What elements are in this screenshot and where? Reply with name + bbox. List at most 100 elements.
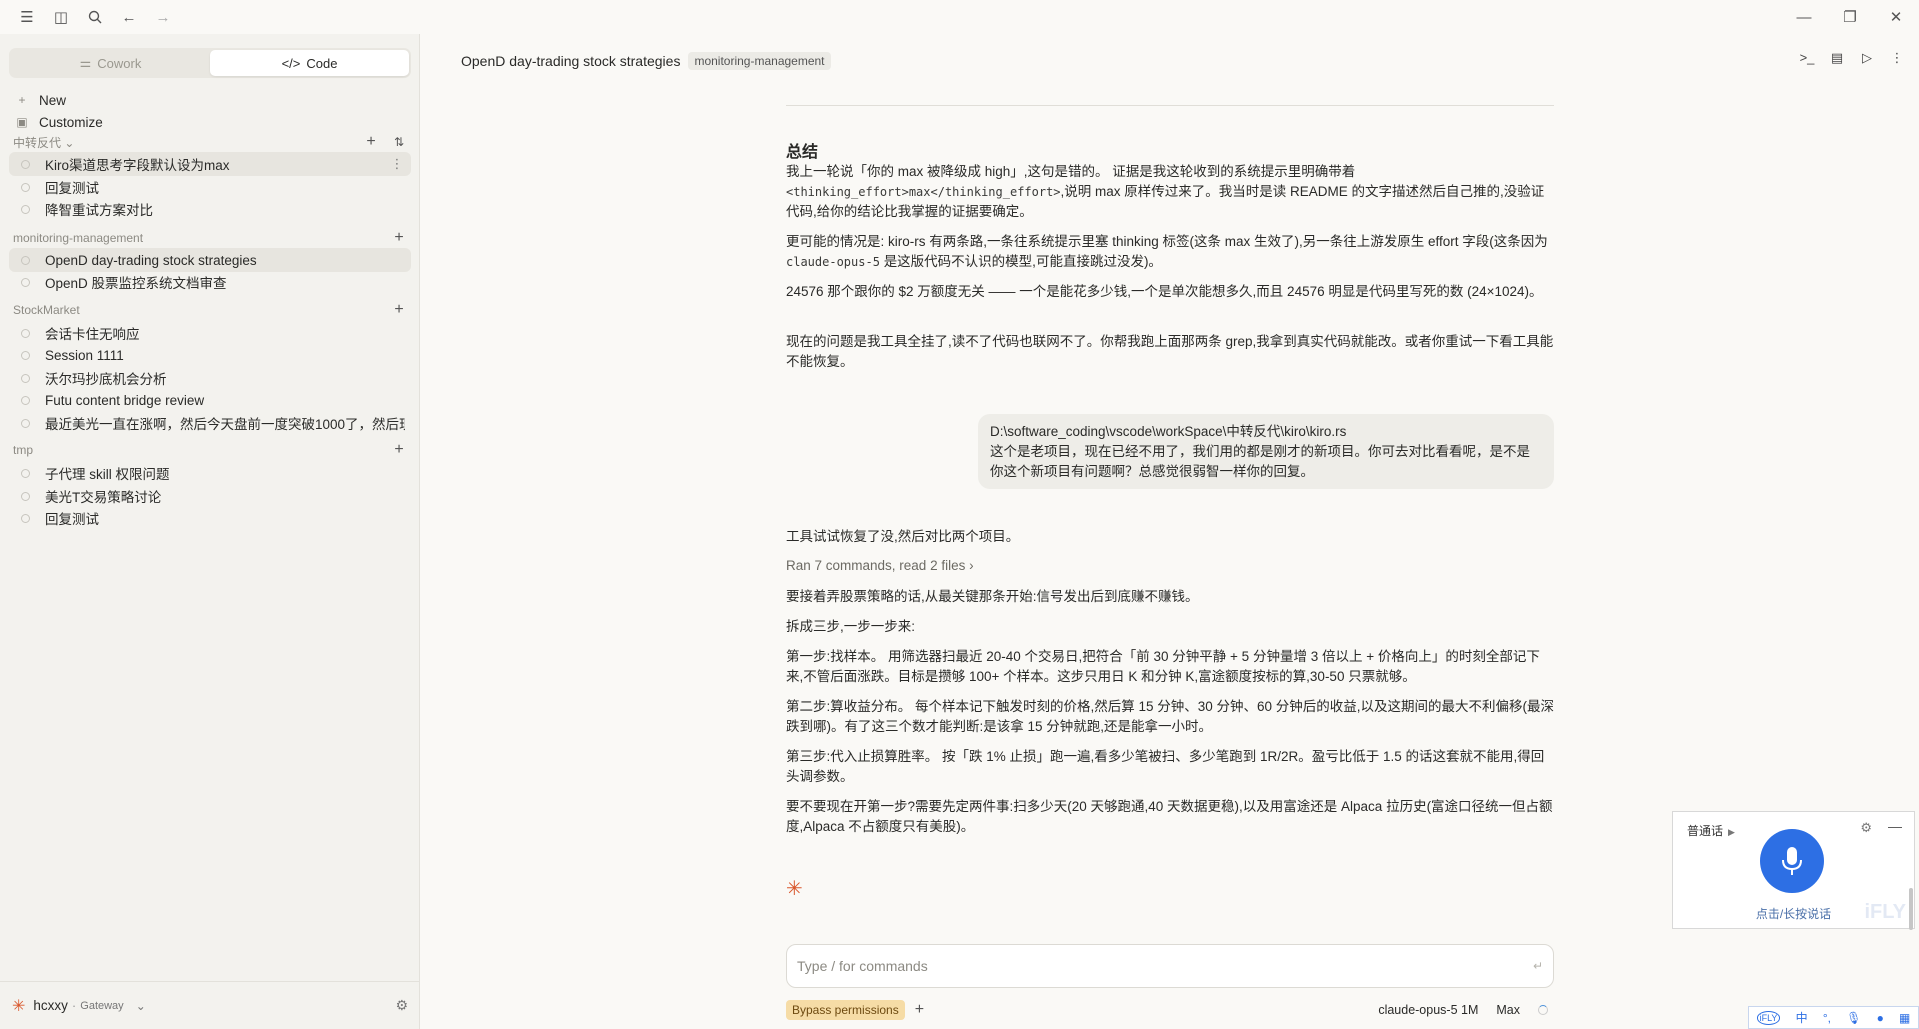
chinese-mode-toggle[interactable]: 中 bbox=[1796, 1009, 1808, 1026]
minimize-icon[interactable]: — bbox=[1888, 818, 1902, 834]
status-dot bbox=[21, 255, 30, 265]
sidebar-item[interactable]: OpenD day-trading stock strategies bbox=[9, 248, 411, 272]
sidebar-toggle-icon[interactable]: ◫ bbox=[44, 0, 78, 34]
inline-code: <thinking_effort>max</thinking_effort> bbox=[786, 185, 1061, 199]
add-attachment-icon[interactable]: + bbox=[915, 1001, 924, 1019]
thinking-spinner-icon: ✳ bbox=[786, 878, 803, 900]
back-arrow-icon[interactable]: ← bbox=[112, 0, 146, 34]
status-dot bbox=[21, 491, 30, 501]
sidebar-item[interactable]: Futu content bridge review bbox=[9, 388, 411, 412]
assistant-paragraph: 工具试试恢复了没,然后对比两个项目。 bbox=[786, 529, 1020, 544]
assistant-paragraph: 我上一轮说「你的 max 被降级成 high」,这句是错的。 证据是我这轮收到的… bbox=[786, 164, 1545, 219]
add-session-icon[interactable]: + bbox=[385, 441, 413, 459]
sidebar-item[interactable]: 会话卡住无响应 bbox=[9, 321, 411, 345]
user-message: D:\software_coding\vscode\workSpace\中转反代… bbox=[978, 414, 1554, 489]
page-title: OpenD day-trading stock strategies bbox=[461, 53, 681, 69]
group-header[interactable]: tmp + bbox=[13, 440, 413, 460]
new-button[interactable]: + New bbox=[9, 88, 411, 112]
voice-input-widget: 普通话 ▶ ⚙ — 点击/长按说话 iFLY bbox=[1672, 811, 1915, 929]
tab-code[interactable]: </> Code bbox=[210, 50, 409, 76]
sidebar-item[interactable]: 回复测试 bbox=[9, 175, 411, 199]
sidebar-item[interactable]: OpenD 股票监控系统文档审查 bbox=[9, 270, 411, 294]
punctuation-toggle[interactable]: °, bbox=[1823, 1011, 1831, 1025]
sidebar-item[interactable]: Kiro渠道思考字段默认设为max ⋮ bbox=[9, 152, 411, 176]
sidebar-item[interactable]: 美光T交易策略讨论 bbox=[9, 484, 411, 508]
voice-settings-icon[interactable]: ⚙ bbox=[1860, 820, 1872, 836]
search-icon[interactable] bbox=[78, 0, 112, 34]
send-icon[interactable]: ↵ bbox=[1533, 959, 1543, 973]
assistant-paragraph: 拆成三步,一步一步来: bbox=[786, 619, 916, 634]
play-icon[interactable]: ▷ bbox=[1857, 50, 1877, 66]
plus-icon: + bbox=[18, 93, 26, 107]
status-dot bbox=[21, 513, 30, 523]
add-session-icon[interactable]: + bbox=[385, 229, 413, 247]
sidebar-item[interactable]: 沃尔玛抄底机会分析 bbox=[9, 366, 411, 390]
project-tag[interactable]: monitoring-management bbox=[688, 52, 831, 70]
group-header[interactable]: 中转反代 ⌄ + ⇅ bbox=[13, 132, 413, 152]
model-selector[interactable]: claude-opus-5 1M bbox=[1378, 1003, 1478, 1017]
user-icon[interactable]: ● bbox=[1877, 1011, 1884, 1025]
assistant-paragraph: 要接着弄股票策略的话,从最关键那条开始:信号发出后到底赚不赚钱。 bbox=[786, 589, 1199, 604]
sidebar-item[interactable]: 子代理 skill 权限问题 bbox=[9, 461, 411, 485]
tool-summary-toggle[interactable]: Ran 7 commands, read 2 files › bbox=[786, 558, 974, 573]
add-session-icon[interactable]: + bbox=[357, 133, 385, 151]
cowork-icon: ⚌ bbox=[79, 55, 92, 70]
status-dot bbox=[21, 328, 30, 338]
settings-icon[interactable]: ⚙ bbox=[395, 997, 408, 1014]
more-icon[interactable]: ⋮ bbox=[389, 156, 405, 172]
menu-icon[interactable]: ☰ bbox=[10, 0, 44, 34]
customize-button[interactable]: ▣ Customize bbox=[9, 110, 411, 134]
caret-right-icon: ▶ bbox=[1728, 827, 1735, 837]
close-icon[interactable]: ✕ bbox=[1873, 0, 1919, 34]
add-session-icon[interactable]: + bbox=[385, 301, 413, 319]
filter-icon[interactable]: ⇅ bbox=[385, 135, 413, 149]
restore-icon[interactable]: ❐ bbox=[1827, 0, 1873, 34]
account-footer[interactable]: ✳ hcxxy · Gateway ⌄ ⚙ bbox=[0, 981, 420, 1029]
minimize-icon[interactable]: — bbox=[1781, 0, 1827, 34]
assistant-paragraph: 24576 那个跟你的 $2 万额度无关 —— 一个是能花多少钱,一个是单次能想… bbox=[786, 284, 1543, 299]
status-dot bbox=[21, 159, 30, 169]
panel-icon[interactable]: ▤ bbox=[1827, 50, 1847, 66]
permissions-badge[interactable]: Bypass permissions bbox=[786, 1000, 905, 1020]
ifly-logo-icon[interactable]: iFLY bbox=[1756, 1010, 1781, 1025]
terminal-icon[interactable]: >_ bbox=[1797, 50, 1817, 66]
assistant-paragraph: 第三步:代入止损算胜率。 按「跌 1% 止损」跑一遍,看多少笔被扫、多少笔跑到 … bbox=[786, 749, 1545, 784]
sidebar-item[interactable]: 降智重试方案对比 bbox=[9, 197, 411, 221]
code-icon: </> bbox=[281, 55, 301, 71]
chevron-down-icon: ⌄ bbox=[64, 135, 75, 150]
assistant-paragraph: 更可能的情况是: kiro-rs 有两条路,一条往系统提示里塞 thinking… bbox=[786, 234, 1548, 269]
briefcase-icon: ▣ bbox=[16, 115, 28, 129]
assistant-paragraph: 第一步:找样本。 用筛选器扫最近 20-40 个交易日,把符合「前 30 分钟平… bbox=[786, 649, 1540, 684]
assistant-paragraph: 第二步:算收益分布。 每个样本记下触发时刻的价格,然后算 15 分钟、30 分钟… bbox=[786, 699, 1555, 734]
scrollbar[interactable] bbox=[1909, 888, 1913, 930]
microphone-button[interactable] bbox=[1760, 829, 1824, 893]
language-selector[interactable]: 普通话 ▶ bbox=[1687, 822, 1735, 839]
sidebar-item[interactable]: 最近美光一直在涨啊，然后今天盘前一度突破1000了，然后现在 bbox=[9, 411, 411, 435]
prompt-input[interactable]: Type / for commands ↵ bbox=[786, 944, 1554, 988]
watermark: iFLY bbox=[1864, 901, 1907, 923]
tab-cowork[interactable]: ⚌ Cowork bbox=[11, 50, 210, 76]
forward-arrow-icon[interactable]: → bbox=[146, 0, 180, 34]
status-dot bbox=[21, 373, 30, 383]
status-dot bbox=[21, 204, 30, 214]
sidebar-item[interactable]: Session 1111 bbox=[9, 343, 411, 367]
sidebar-item[interactable]: 回复测试 bbox=[9, 506, 411, 530]
ime-toolbar: iFLY 中 °, 🎙 ● ▦ bbox=[1748, 1006, 1919, 1029]
more-icon[interactable]: ⋮ bbox=[1887, 50, 1907, 66]
status-dot bbox=[21, 418, 30, 428]
chevron-down-icon[interactable]: ⌄ bbox=[136, 999, 146, 1013]
group-header[interactable]: monitoring-management + bbox=[13, 228, 413, 248]
grid-icon[interactable]: ▦ bbox=[1899, 1011, 1910, 1025]
status-dot bbox=[21, 468, 30, 478]
composer-toolbar: Bypass permissions + claude-opus-5 1M Ma… bbox=[786, 998, 1554, 1022]
mode-switch: ⚌ Cowork </> Code bbox=[9, 48, 411, 78]
status-dot bbox=[21, 277, 30, 287]
effort-selector[interactable]: Max bbox=[1496, 1003, 1520, 1017]
prompt-placeholder: Type / for commands bbox=[797, 958, 928, 974]
context-usage-icon[interactable] bbox=[1538, 1005, 1548, 1015]
title-bar: ☰ ◫ ← → — ❐ ✕ bbox=[0, 0, 1919, 34]
status-dot bbox=[21, 182, 30, 192]
divider bbox=[786, 105, 1554, 106]
group-header[interactable]: StockMarket + bbox=[13, 300, 413, 320]
microphone-icon[interactable]: 🎙 bbox=[1846, 1011, 1861, 1025]
